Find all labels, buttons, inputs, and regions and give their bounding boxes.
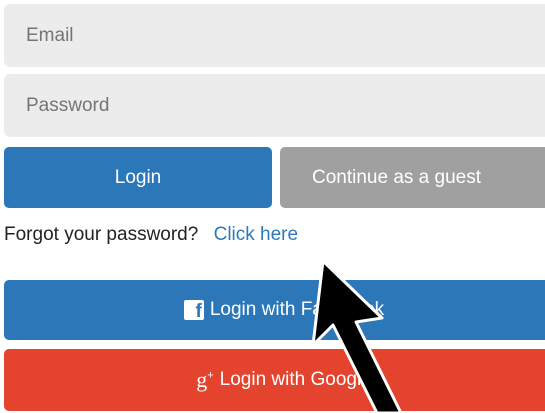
email-field[interactable]: Email xyxy=(4,4,545,67)
continue-as-guest-button[interactable]: Continue as a guest xyxy=(280,147,545,208)
login-with-google-button[interactable]: g+ Login with Google xyxy=(4,349,545,411)
google-button-label: Login with Google xyxy=(219,369,372,390)
forgot-password-prompt: Forgot your password? xyxy=(4,224,199,245)
login-panel: Email Password Login Continue as a guest… xyxy=(0,0,545,413)
login-button-label: Login xyxy=(114,166,162,188)
facebook-button-label: Login with Facebook xyxy=(209,299,385,320)
password-field[interactable]: Password xyxy=(4,74,545,137)
email-placeholder: Email xyxy=(26,24,74,46)
forgot-password-link[interactable]: Click here xyxy=(214,224,298,245)
google-plus-icon: g+ xyxy=(196,367,214,392)
password-placeholder: Password xyxy=(26,94,110,116)
forgot-password-row: Forgot your password? Click here xyxy=(4,224,298,246)
guest-button-label: Continue as a guest xyxy=(312,166,482,188)
login-with-facebook-button[interactable]: f Login with Facebook xyxy=(4,280,545,340)
login-button[interactable]: Login xyxy=(4,147,272,208)
facebook-icon: f xyxy=(183,300,204,320)
